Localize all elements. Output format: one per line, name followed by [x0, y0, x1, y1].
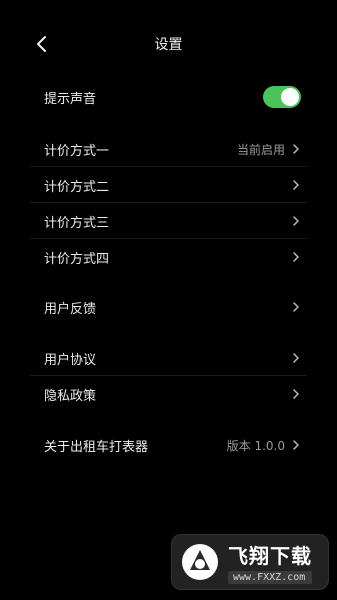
watermark-brand: 飞翔下载 [228, 544, 312, 568]
pricing-row-3[interactable]: 计价方式三 [30, 203, 307, 239]
page-title: 设置 [154, 37, 183, 53]
chevron-right-icon [293, 252, 299, 262]
sound-section: 提示声音 [30, 79, 307, 115]
sound-toggle[interactable] [263, 86, 301, 108]
chevron-right-icon [293, 216, 299, 226]
pricing-label: 计价方式三 [44, 215, 110, 231]
user-agreement-label: 用户协议 [44, 352, 97, 368]
toggle-knob [281, 88, 299, 106]
pricing-status: 当前启用 [236, 142, 285, 157]
pricing-label: 计价方式二 [44, 179, 110, 195]
watermark-url: www.FXXZ.com [228, 571, 312, 584]
pricing-label: 计价方式四 [44, 251, 110, 267]
privacy-policy-label: 隐私政策 [44, 388, 97, 404]
about-row[interactable]: 关于出租车打表器 版本 1.0.0 [30, 427, 307, 463]
feedback-section: 用户反馈 [30, 289, 307, 325]
about-section: 关于出租车打表器 版本 1.0.0 [30, 427, 307, 463]
site-logo-icon [182, 544, 218, 580]
pricing-row-4[interactable]: 计价方式四 [30, 239, 307, 275]
pricing-label: 计价方式一 [44, 143, 110, 159]
chevron-right-icon [293, 180, 299, 190]
version-text: 版本 1.0.0 [226, 438, 285, 453]
sound-row: 提示声音 [30, 79, 307, 115]
feedback-row[interactable]: 用户反馈 [30, 289, 307, 325]
about-label: 关于出租车打表器 [44, 439, 149, 455]
feedback-label: 用户反馈 [44, 301, 97, 317]
chevron-right-icon [293, 389, 299, 399]
pricing-section: 计价方式一 当前启用 计价方式二 计价方式三 计价方式四 [30, 131, 307, 275]
chevron-right-icon [293, 353, 299, 363]
top-bar: 设置 [0, 26, 337, 62]
pricing-row-2[interactable]: 计价方式二 [30, 167, 307, 203]
pricing-row-1[interactable]: 计价方式一 当前启用 [30, 131, 307, 167]
chevron-right-icon [293, 440, 299, 450]
chevron-right-icon [293, 302, 299, 312]
chevron-right-icon [293, 144, 299, 154]
privacy-policy-row[interactable]: 隐私政策 [30, 376, 307, 412]
user-agreement-row[interactable]: 用户协议 [30, 340, 307, 376]
sound-label: 提示声音 [44, 91, 97, 107]
watermark: 飞翔下载 www.FXXZ.com [171, 534, 329, 590]
legal-section: 用户协议 隐私政策 [30, 340, 307, 412]
